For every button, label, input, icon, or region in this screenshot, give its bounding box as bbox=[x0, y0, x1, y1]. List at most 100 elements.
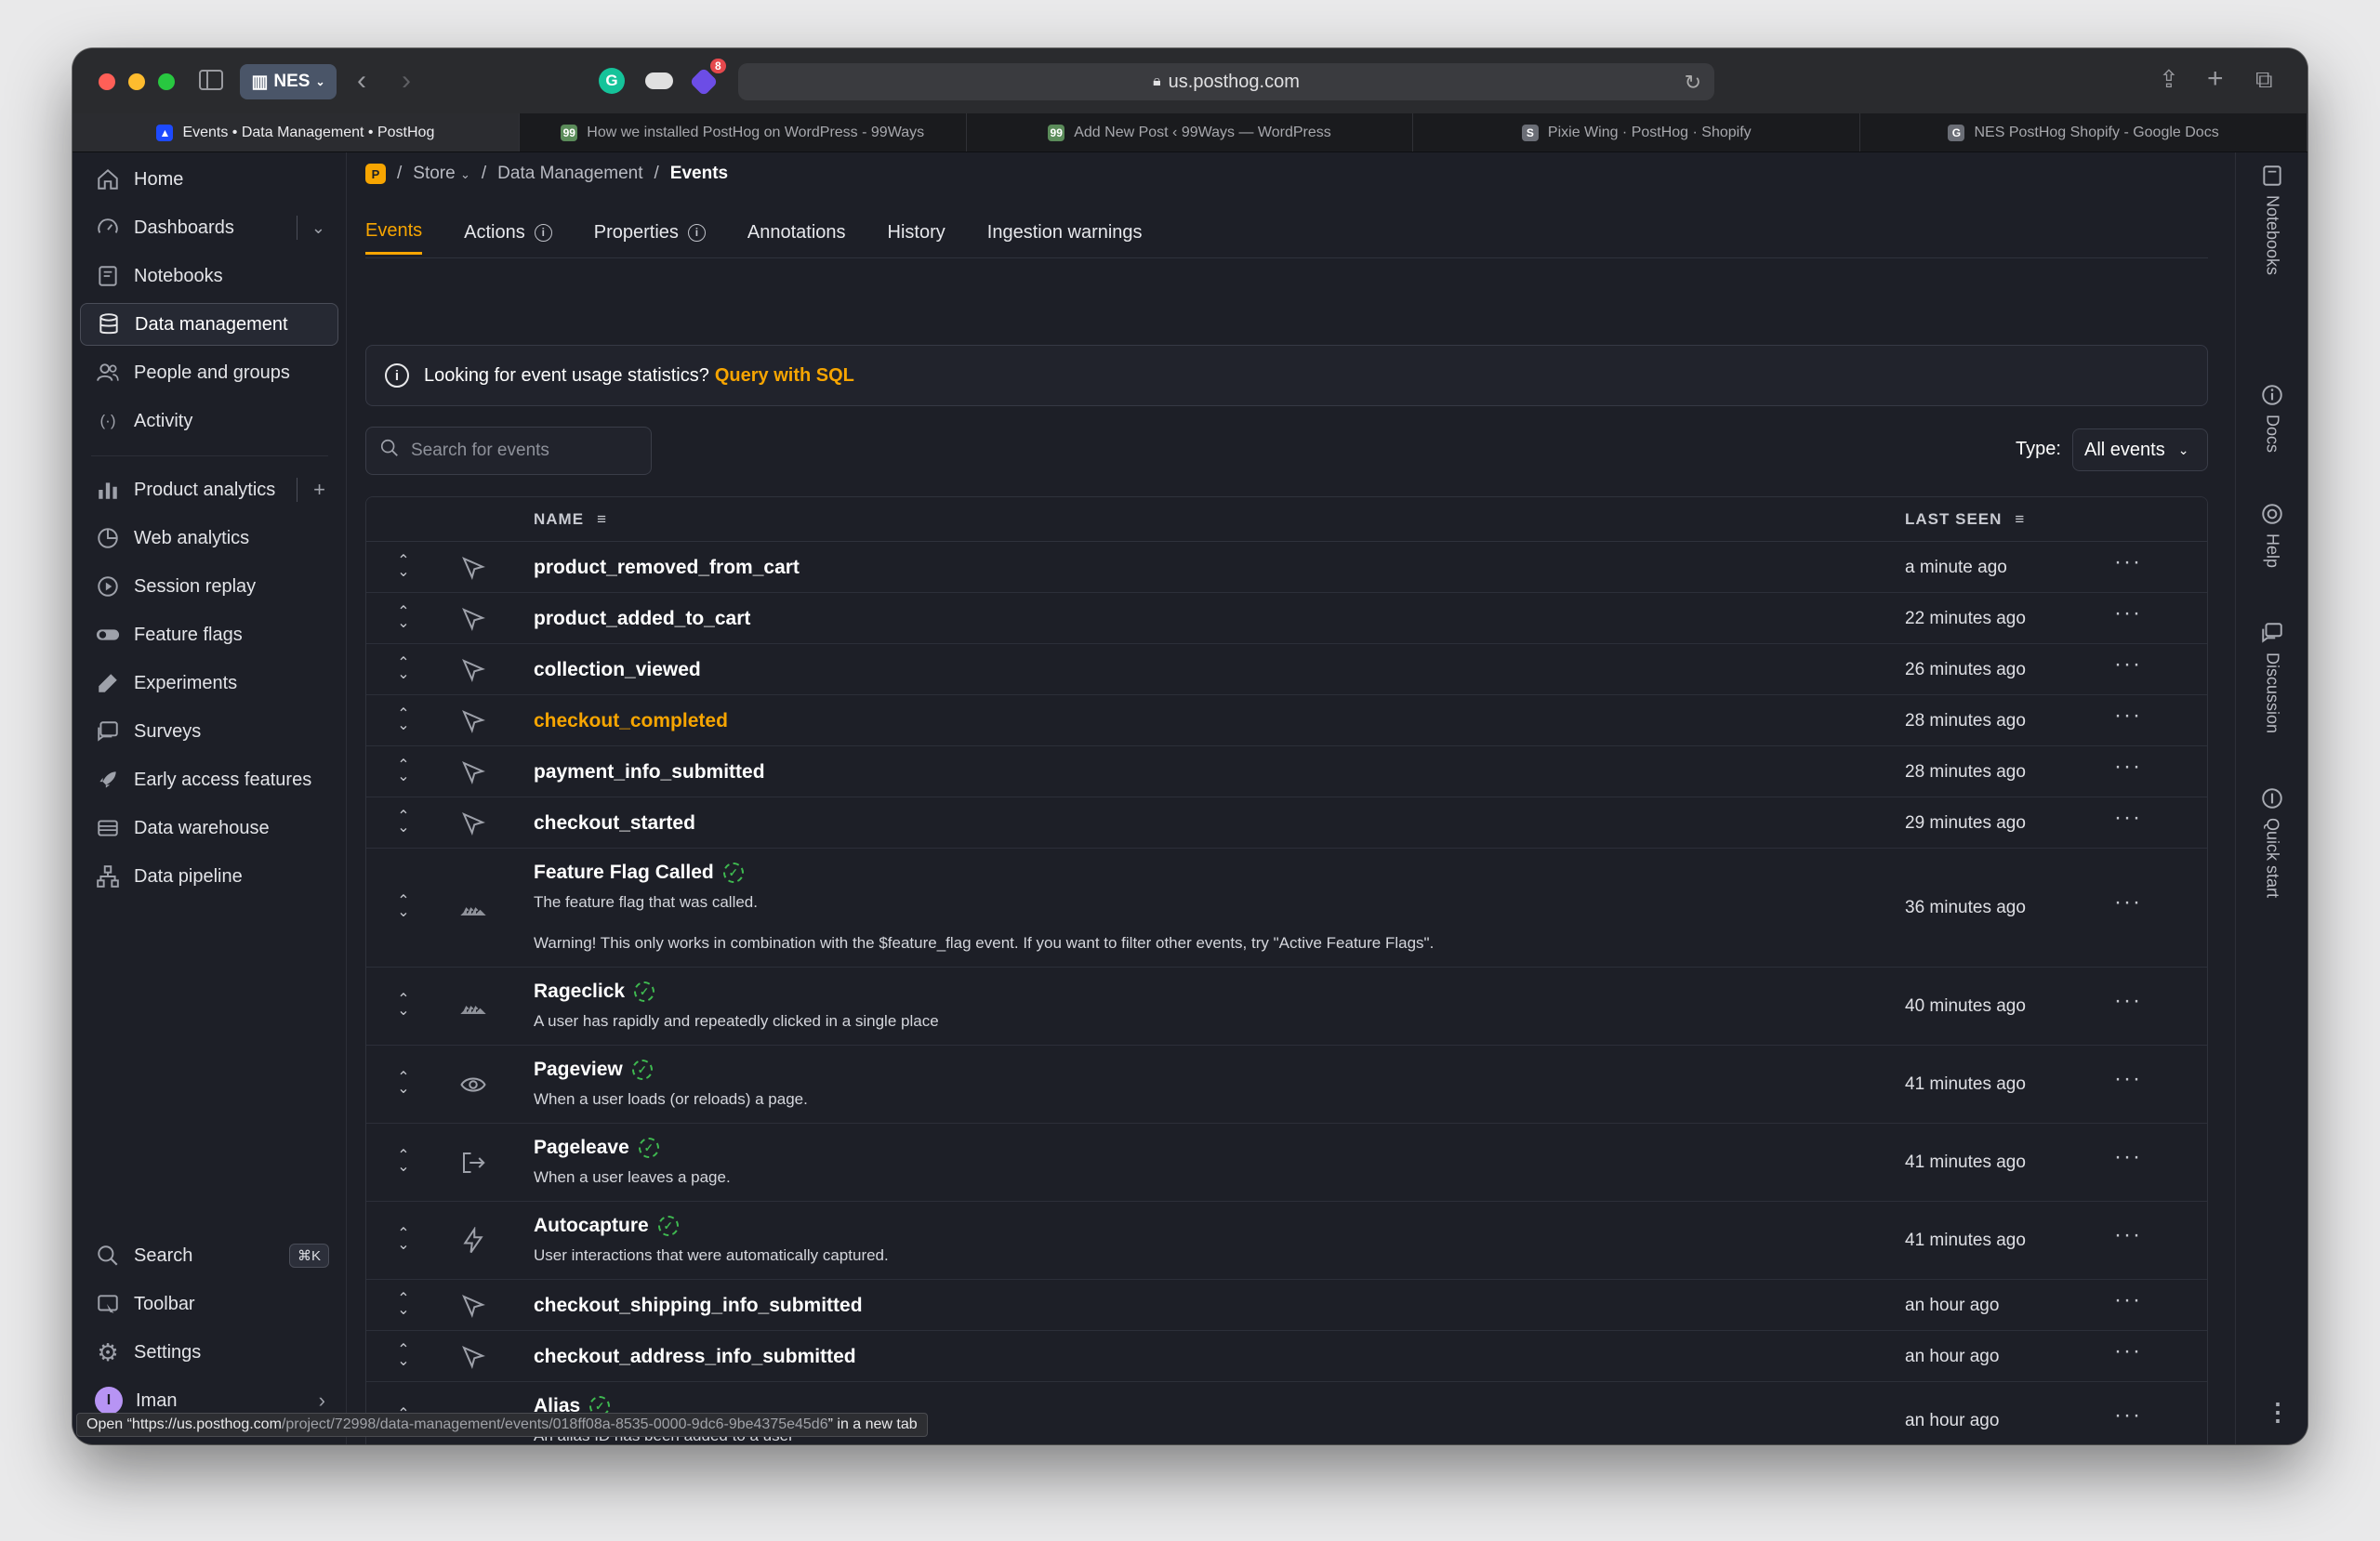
new-tab-icon[interactable]: + bbox=[2207, 65, 2224, 93]
sidebar-item-feature-flags[interactable]: Feature flags bbox=[80, 613, 338, 656]
event-name[interactable]: Pageview ✓ bbox=[534, 1059, 653, 1081]
table-row[interactable]: ⌃ ⌄ Autocapture ✓ User interactions that wer… bbox=[366, 1202, 2207, 1280]
rail-notebooks[interactable]: Notebooks bbox=[2260, 164, 2284, 275]
tab-annotations[interactable]: Annotations bbox=[747, 210, 846, 255]
breadcrumb-data-management[interactable]: Data Management bbox=[497, 164, 642, 184]
zoom-window-button[interactable] bbox=[158, 73, 175, 90]
breadcrumb-store[interactable]: Store ⌄ bbox=[413, 164, 470, 184]
tab-ingestion-warnings[interactable]: Ingestion warnings bbox=[987, 210, 1143, 255]
table-row[interactable]: ⌃ ⌄ Pageleave ✓ When a user leaves a page. 41… bbox=[366, 1124, 2207, 1202]
event-search[interactable] bbox=[365, 427, 652, 475]
sidebar-item-notebooks[interactable]: Notebooks bbox=[80, 255, 338, 297]
browser-tab-new-post[interactable]: 99 Add New Post ‹ 99Ways — WordPress bbox=[967, 113, 1414, 151]
expand-row-icon[interactable]: ⌃⌄ bbox=[394, 553, 413, 579]
event-name[interactable]: Autocapture ✓ bbox=[534, 1215, 679, 1237]
event-name[interactable]: checkout_completed bbox=[534, 710, 728, 732]
expand-row-icon[interactable]: ⌃⌄ bbox=[394, 809, 413, 835]
sidebar-item-data-pipeline[interactable]: Data pipeline bbox=[80, 855, 338, 898]
more-actions-icon[interactable]: ··· bbox=[2114, 1403, 2142, 1429]
browser-tab-google-docs[interactable]: G NES PostHog Shopify - Google Docs bbox=[1860, 113, 2307, 151]
table-row[interactable]: ⌃ ⌄ checkout_address_info_submitted an hour… bbox=[366, 1331, 2207, 1382]
event-name[interactable]: product_added_to_cart bbox=[534, 608, 750, 630]
sidebar-item-search[interactable]: Search ⌘K bbox=[80, 1234, 338, 1277]
toggle-extension-icon[interactable] bbox=[645, 72, 673, 89]
rail-docs[interactable]: Docs bbox=[2260, 383, 2284, 453]
info-icon[interactable]: i bbox=[687, 223, 706, 242]
grammarly-icon[interactable]: G bbox=[599, 68, 625, 94]
table-row[interactable]: ⌃ ⌄ product_removed_from_cart a minute ago ·… bbox=[366, 542, 2207, 593]
expand-row-icon[interactable]: ⌃⌄ bbox=[394, 706, 413, 732]
sidebar-item-data-management[interactable]: Data management bbox=[80, 303, 338, 346]
more-actions-icon[interactable]: ··· bbox=[2114, 1066, 2142, 1092]
sidebar-item-activity[interactable]: (·) Activity bbox=[80, 400, 338, 442]
info-icon[interactable]: i bbox=[534, 223, 552, 242]
sidebar-item-data-warehouse[interactable]: Data warehouse bbox=[80, 807, 338, 850]
share-icon[interactable]: ⇪ bbox=[2159, 67, 2179, 91]
type-filter-select[interactable]: All events ⌄ bbox=[2072, 428, 2208, 471]
expand-row-icon[interactable]: ⌃⌄ bbox=[394, 604, 413, 630]
profile-switcher[interactable]: ▥ NES ⌄ bbox=[240, 64, 337, 99]
event-name[interactable]: checkout_shipping_info_submitted bbox=[534, 1295, 863, 1317]
event-name[interactable]: Feature Flag Called ✓ bbox=[534, 862, 744, 884]
more-actions-icon[interactable]: ··· bbox=[2114, 703, 2142, 729]
expand-row-icon[interactable]: ⌃⌄ bbox=[394, 1342, 413, 1368]
sidebar-item-people[interactable]: People and groups bbox=[80, 351, 338, 394]
add-icon[interactable]: + bbox=[313, 478, 325, 502]
sidebar-item-experiments[interactable]: Experiments bbox=[80, 662, 338, 705]
table-row[interactable]: ⌃ ⌄ product_added_to_cart 22 minutes ago ··· bbox=[366, 593, 2207, 644]
browser-tab-wordpress-guide[interactable]: 99 How we installed PostHog on WordPress… bbox=[520, 113, 967, 151]
sidebar-item-web-analytics[interactable]: Web analytics bbox=[80, 517, 338, 560]
minimize-window-button[interactable] bbox=[128, 73, 145, 90]
expand-row-icon[interactable]: ⌃⌄ bbox=[394, 1291, 413, 1317]
rail-help[interactable]: Help bbox=[2260, 502, 2284, 568]
forward-icon[interactable]: › bbox=[402, 67, 411, 95]
query-with-sql-link[interactable]: Query with SQL bbox=[715, 365, 854, 387]
more-actions-icon[interactable]: ··· bbox=[2114, 988, 2142, 1014]
table-row[interactable]: ⌃ ⌄ checkout_completed 28 minutes ago ··· bbox=[366, 695, 2207, 746]
event-name[interactable]: Pageleave ✓ bbox=[534, 1137, 659, 1159]
column-header-last-seen[interactable]: LAST SEEN ≡ bbox=[1905, 510, 2025, 529]
event-name[interactable]: checkout_started bbox=[534, 812, 695, 835]
sidebar-item-home[interactable]: Home bbox=[80, 158, 338, 201]
expand-row-icon[interactable]: ⌃⌄ bbox=[394, 1071, 413, 1097]
more-options-icon[interactable]: ⋮ bbox=[2266, 1398, 2290, 1427]
more-actions-icon[interactable]: ··· bbox=[2114, 1144, 2142, 1170]
table-row[interactable]: ⌃ ⌄ checkout_started 29 minutes ago ··· bbox=[366, 797, 2207, 849]
search-input[interactable] bbox=[411, 441, 634, 461]
tab-properties[interactable]: Properties i bbox=[594, 210, 706, 255]
more-actions-icon[interactable]: ··· bbox=[2114, 805, 2142, 831]
sidebar-item-settings[interactable]: ⚙ Settings bbox=[80, 1331, 338, 1374]
sidebar-item-toolbar[interactable]: Toolbar bbox=[80, 1283, 338, 1325]
more-actions-icon[interactable]: ··· bbox=[2114, 754, 2142, 780]
table-row[interactable]: ⌃ ⌄ checkout_shipping_info_submitted an hou… bbox=[366, 1280, 2207, 1331]
expand-row-icon[interactable]: ⌃⌄ bbox=[394, 1227, 413, 1253]
expand-row-icon[interactable]: ⌃⌄ bbox=[394, 894, 413, 920]
expand-row-icon[interactable]: ⌃⌄ bbox=[394, 993, 413, 1019]
event-name[interactable]: checkout_address_info_submitted bbox=[534, 1346, 856, 1368]
back-icon[interactable]: ‹ bbox=[357, 67, 366, 95]
more-actions-icon[interactable]: ··· bbox=[2114, 549, 2142, 575]
rail-quick-start[interactable]: Quick start bbox=[2260, 786, 2284, 898]
table-row[interactable]: ⌃ ⌄ Feature Flag Called ✓ The feature flag t… bbox=[366, 849, 2207, 968]
chevron-down-icon[interactable]: ⌄ bbox=[311, 218, 325, 238]
rail-discussion[interactable]: Discussion bbox=[2260, 621, 2284, 733]
more-actions-icon[interactable]: ··· bbox=[2114, 652, 2142, 678]
tab-history[interactable]: History bbox=[888, 210, 945, 255]
column-header-name[interactable]: NAME ≡ bbox=[534, 510, 607, 529]
table-row[interactable]: ⌃ ⌄ payment_info_submitted 28 minutes ago ··… bbox=[366, 746, 2207, 797]
sidebar-toggle-icon[interactable] bbox=[199, 69, 223, 95]
close-window-button[interactable] bbox=[99, 73, 115, 90]
sidebar-item-product-analytics[interactable]: Product analytics + bbox=[80, 468, 338, 511]
sidebar-item-surveys[interactable]: Surveys bbox=[80, 710, 338, 753]
table-row[interactable]: ⌃ ⌄ collection_viewed 26 minutes ago ··· bbox=[366, 644, 2207, 695]
browser-tab-events[interactable]: ▲ Events • Data Management • PostHog bbox=[73, 113, 520, 151]
sidebar-item-dashboards[interactable]: Dashboards ⌄ bbox=[80, 206, 338, 249]
tab-overview-icon[interactable]: ⧉ bbox=[2255, 67, 2273, 91]
browser-tab-shopify[interactable]: S Pixie Wing · PostHog · Shopify bbox=[1413, 113, 1861, 151]
sidebar-item-early-access[interactable]: Early access features bbox=[80, 758, 338, 801]
expand-row-icon[interactable]: ⌃⌄ bbox=[394, 1149, 413, 1175]
tab-events[interactable]: Events bbox=[365, 210, 423, 255]
table-row[interactable]: ⌃ ⌄ Rageclick ✓ A user has rapidly and repea… bbox=[366, 968, 2207, 1046]
event-name[interactable]: payment_info_submitted bbox=[534, 761, 765, 784]
more-actions-icon[interactable]: ··· bbox=[2114, 1222, 2142, 1248]
